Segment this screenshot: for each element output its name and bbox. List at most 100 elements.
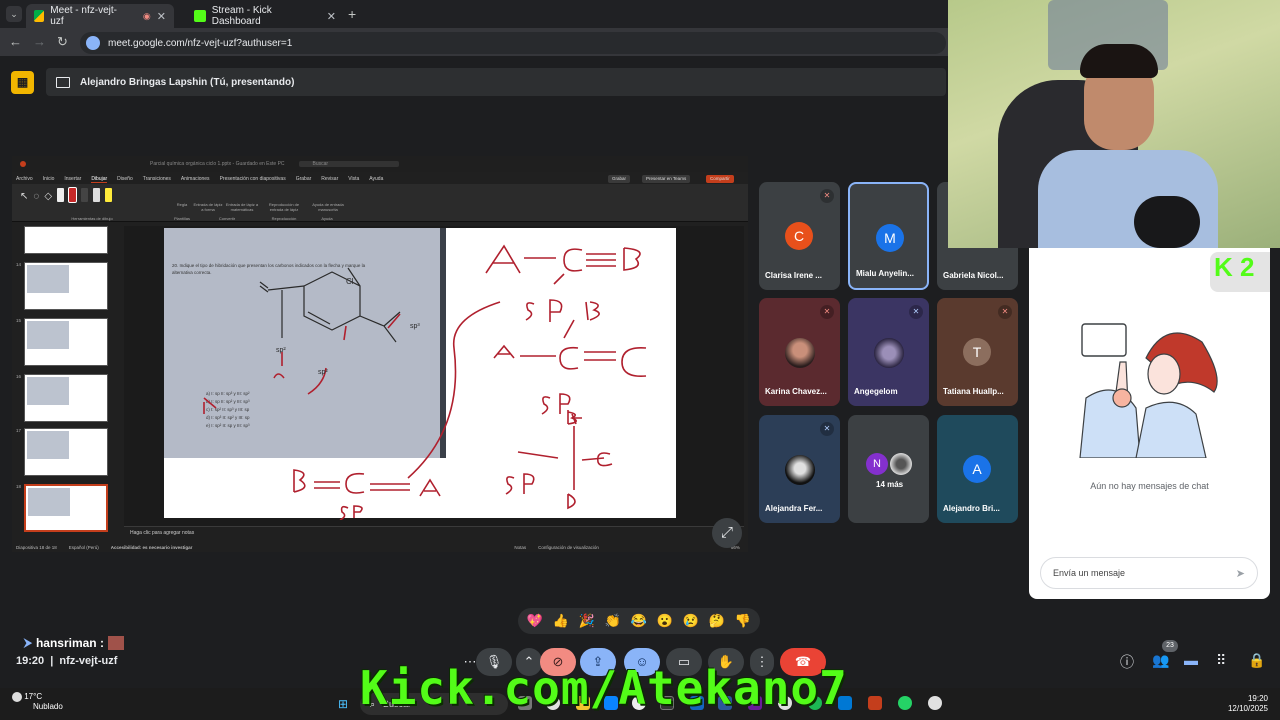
pen-black-icon[interactable] xyxy=(81,188,89,202)
participant-tile[interactable]: ✕ T Tatiana Huallp... xyxy=(937,298,1018,406)
ribbon-group-label: Ayuda xyxy=(321,216,333,221)
info-icon[interactable]: ⓘ xyxy=(1120,652,1134,672)
ruler-button[interactable]: Regla xyxy=(172,202,192,207)
reaction-clap[interactable]: 👏 xyxy=(605,613,621,629)
reaction-laugh[interactable]: 😂 xyxy=(631,613,647,629)
send-icon[interactable]: ➤ xyxy=(1236,567,1245,580)
taskbar-clock[interactable]: 19:20 12/10/2025 xyxy=(1222,694,1268,714)
teams-button[interactable]: Presentar en Teams xyxy=(642,175,691,183)
participant-tile[interactable]: ✕ C Clarisa Irene ... xyxy=(759,182,840,290)
status-view[interactable]: Configuración de visualización xyxy=(538,545,599,550)
forward-icon[interactable]: → xyxy=(33,34,46,49)
expand-icon[interactable]: ⤢ xyxy=(712,518,742,548)
url-field[interactable]: meet.google.com/nfz-vejt-uzf?authuser=1 xyxy=(80,32,946,54)
close-icon[interactable]: ✕ xyxy=(157,10,166,23)
whatsapp-icon[interactable] xyxy=(898,696,912,710)
mic-off-icon: ✕ xyxy=(998,305,1012,319)
ink-replay-button[interactable]: Reproducción de entrada de lápiz xyxy=(264,202,304,212)
back-icon[interactable]: ← xyxy=(9,34,22,49)
meeting-info: 19:20 | nfz-vejt-uzf xyxy=(16,655,118,667)
participant-tile-selected[interactable]: M Mialu Anyelin... xyxy=(848,182,929,290)
reaction-party[interactable]: 🎉 xyxy=(579,613,595,629)
participant-tile[interactable]: ✕ Karina Chavez... xyxy=(759,298,840,406)
weather-widget[interactable]: 17°C Nublado xyxy=(12,692,63,712)
status-notes[interactable]: Notas xyxy=(514,545,526,550)
reaction-thinking[interactable]: 🤔 xyxy=(709,613,725,629)
people-icon[interactable]: 👥 xyxy=(1152,652,1169,669)
powerpoint-icon[interactable] xyxy=(868,696,882,710)
slide-thumbnail[interactable] xyxy=(24,226,108,254)
chrome-icon[interactable] xyxy=(928,696,942,710)
slide-thumbnail[interactable] xyxy=(24,374,108,422)
menu-item[interactable]: Dibujar xyxy=(91,176,108,183)
reaction-heart[interactable]: 💖 xyxy=(527,613,543,629)
status-lang: Español (Perú) xyxy=(68,544,99,550)
select-icon[interactable]: ↖ xyxy=(20,191,28,202)
reaction-sad[interactable]: 😢 xyxy=(683,613,699,629)
ink-help-button[interactable]: Ayuda de entrada manuscrita xyxy=(308,202,348,212)
drawing-tools: ↖ ◌ ◇ xyxy=(20,187,113,203)
slide-thumbnail[interactable] xyxy=(24,262,108,310)
lasso-icon[interactable]: ◌ xyxy=(33,191,39,202)
close-icon[interactable]: ✕ xyxy=(327,10,336,23)
kick-user-icon: ⮞ xyxy=(24,636,32,649)
menu-item[interactable]: Diseño xyxy=(117,176,133,182)
menu-item[interactable]: Transiciones xyxy=(143,176,171,182)
highlighter-icon[interactable] xyxy=(105,188,113,202)
tab-meet[interactable]: Meet - nfz-vejt-uzf ◉ ✕ xyxy=(26,4,174,28)
reaction-thumbs-down[interactable]: 👎 xyxy=(735,613,751,629)
slide-thumbnail[interactable] xyxy=(24,428,108,476)
participant-tile[interactable]: A Alejandro Bri... xyxy=(937,415,1018,523)
chat-icon[interactable]: ▬ xyxy=(1184,652,1198,668)
avatar: M xyxy=(876,224,904,252)
ppt-menu: Archivo Inicio Insertar Dibujar Diseño T… xyxy=(12,174,748,184)
more-participants-tile[interactable]: N 14 más xyxy=(848,415,929,523)
slide-thumbnail[interactable] xyxy=(24,318,108,366)
pen-white-icon[interactable] xyxy=(57,188,65,202)
chat-empty-message: Aún no hay mensajes de chat xyxy=(1090,481,1209,491)
menu-item[interactable]: Vista xyxy=(348,176,359,182)
chat-empty-illustration xyxy=(1079,323,1218,458)
menu-item[interactable]: Ayuda xyxy=(369,176,383,182)
host-controls-icon[interactable]: 🔒 xyxy=(1248,652,1265,669)
menu-item[interactable]: Revisar xyxy=(321,176,338,182)
avatar-photo xyxy=(785,338,815,368)
slide-thumbnails: 14 15 16 17 18 xyxy=(16,226,120,538)
new-tab-icon[interactable]: + xyxy=(348,6,356,22)
menu-item[interactable]: Presentación con diapositivas xyxy=(220,176,286,182)
share-button[interactable]: Compartir xyxy=(706,175,734,183)
windows-start-icon[interactable]: ⊞ xyxy=(338,697,348,711)
participant-tile[interactable]: ✕ Angegelom xyxy=(848,298,929,406)
site-info-icon[interactable] xyxy=(86,36,100,50)
participant-tile[interactable]: ✕ Alejandra Fer... xyxy=(759,415,840,523)
slide-thumbnail-selected[interactable] xyxy=(24,484,108,532)
tab-kick[interactable]: Stream - Kick Dashboard ✕ xyxy=(186,4,344,28)
reaction-thumbs-up[interactable]: 👍 xyxy=(553,613,569,629)
status-accessibility[interactable]: Accesibilidad: es necesario investigar xyxy=(111,545,193,550)
record-button[interactable]: Grabar xyxy=(608,175,631,183)
tab-label: Meet - nfz-vejt-uzf xyxy=(50,5,117,27)
reload-icon[interactable]: ↻ xyxy=(57,34,68,50)
url-text: meet.google.com/nfz-vejt-uzf?authuser=1 xyxy=(108,37,293,49)
menu-item[interactable]: Inicio xyxy=(43,176,55,182)
notes-pane[interactable]: Haga clic para agregar notas xyxy=(124,526,744,538)
meeting-time: 19:20 xyxy=(16,655,45,667)
activities-icon[interactable]: ⠿ xyxy=(1216,652,1226,669)
menu-item[interactable]: Archivo xyxy=(16,176,33,182)
avatar-photo xyxy=(874,338,904,368)
ink-to-shape-button[interactable]: Entrada de lápiz a forma xyxy=(192,202,224,212)
reactions-bar: 💖 👍 🎉 👏 😂 😮 😢 🤔 👎 xyxy=(518,608,760,634)
cloud-icon xyxy=(12,692,22,702)
chat-input[interactable]: Envía un mensaje ➤ xyxy=(1040,557,1258,589)
pen-gray-icon[interactable] xyxy=(93,188,101,202)
eraser-icon[interactable]: ◇ xyxy=(44,191,52,202)
menu-item[interactable]: Grabar xyxy=(296,176,312,182)
ppt-search[interactable]: Buscar xyxy=(298,161,399,167)
menu-item[interactable]: Insertar xyxy=(64,176,81,182)
ink-to-math-button[interactable]: Entrada de lápiz a matemáticas xyxy=(224,202,260,212)
reaction-surprised[interactable]: 😮 xyxy=(657,613,673,629)
tab-search-icon[interactable]: ⌄ xyxy=(6,6,22,22)
pen-red-icon[interactable] xyxy=(68,187,78,203)
clock-time: 19:20 xyxy=(1247,694,1268,703)
menu-item[interactable]: Animaciones xyxy=(181,176,210,182)
